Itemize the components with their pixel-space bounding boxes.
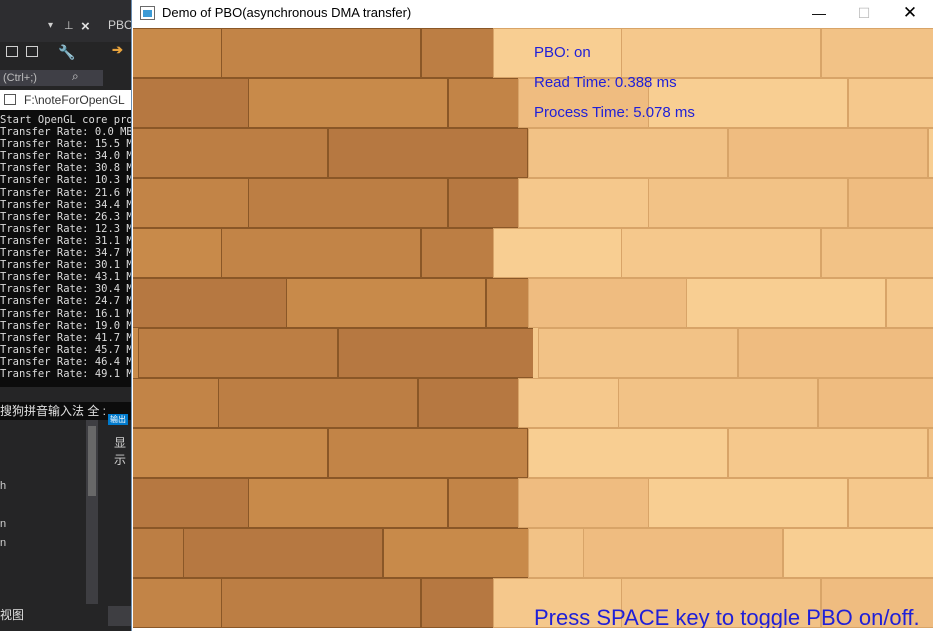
wood-plank <box>286 278 486 328</box>
close-icon[interactable]: × <box>81 18 90 35</box>
console-line: Transfer Rate: 41.7 MB/ <box>0 331 132 344</box>
search-icon[interactable]: ⌕ <box>72 69 79 84</box>
wood-plank <box>583 528 783 578</box>
wood-plank <box>218 378 418 428</box>
view-tab[interactable]: 视图 <box>0 606 24 623</box>
console-line: Transfer Rate: 49.1 MB/ <box>0 367 132 380</box>
wrench-icon[interactable]: 🔧 <box>58 44 75 61</box>
side-text: n <box>0 537 7 549</box>
read-time: Read Time: 0.388 ms <box>534 74 677 91</box>
console-titlebar: F:\noteForOpenGL <box>0 90 132 110</box>
wood-plank <box>728 428 928 478</box>
wood-plank <box>538 328 738 378</box>
wood-plank <box>848 78 933 128</box>
wood-plank <box>928 128 933 178</box>
pbo-demo-window: Demo of PBO(asynchronous DMA transfer) —… <box>131 0 934 631</box>
wood-plank <box>221 28 421 78</box>
console-line: Transfer Rate: 31.1 MB/ <box>0 234 132 247</box>
process-time: Process Time: 5.078 ms <box>534 104 695 121</box>
console-line: Transfer Rate: 46.4 MB/ <box>0 355 132 368</box>
wood-plank <box>138 328 338 378</box>
background-ide: ▾ ⊥ × 🔧 (Ctrl+;) ⌕ PBO ➔ F:\noteForOpenG… <box>0 0 132 631</box>
scrollbar-thumb[interactable] <box>88 426 96 496</box>
console-line: Transfer Rate: 24.7 MB/ <box>0 295 132 308</box>
arrow-right-icon[interactable]: ➔ <box>112 42 126 58</box>
app-icon <box>140 6 155 20</box>
dropdown-arrow-icon[interactable]: ▾ <box>48 20 53 31</box>
console-output: Start OpenGL core profi Transfer Rate: 0.… <box>0 114 132 380</box>
wood-plank <box>338 328 538 378</box>
console-line: Transfer Rate: 34.0 MB/ <box>0 150 132 163</box>
console-line: Transfer Rate: 30.4 MB/ <box>0 283 132 296</box>
wood-plank <box>221 578 421 628</box>
wood-plank <box>328 428 528 478</box>
console-line: Transfer Rate: 21.6 MB/ <box>0 186 132 199</box>
console-line: Transfer Rate: 26.3 MB/ <box>0 210 132 223</box>
wood-plank <box>821 228 933 278</box>
console-title: F:\noteForOpenGL <box>24 93 125 107</box>
pbo-status: PBO: on <box>534 44 591 61</box>
wood-plank <box>248 78 448 128</box>
wood-plank <box>133 128 328 178</box>
wood-texture-processed <box>133 28 738 628</box>
console-line: Transfer Rate: 10.3 MB/ <box>0 174 132 187</box>
console-line: Transfer Rate: 30.8 MB/ <box>0 162 132 175</box>
wood-plank <box>648 178 848 228</box>
wood-plank <box>528 428 728 478</box>
ide-lower-panel <box>0 420 132 631</box>
wood-plank <box>528 128 728 178</box>
pin-icon[interactable]: ⊥ <box>64 19 74 32</box>
window-titlebar[interactable]: Demo of PBO(asynchronous DMA transfer) —… <box>132 0 934 28</box>
console-line: Transfer Rate: 0.0 MB/s <box>0 126 132 139</box>
console-window: F:\noteForOpenGL Start OpenGL core profi… <box>0 90 132 387</box>
side-text: n <box>0 518 7 530</box>
console-line: Transfer Rate: 45.7 MB/ <box>0 343 132 356</box>
wood-plank <box>728 128 928 178</box>
copy-icon[interactable] <box>26 46 38 57</box>
console-line: Transfer Rate: 19.0 MB/ <box>0 319 132 332</box>
console-line: Transfer Rate: 43.1 MB/ <box>0 271 132 284</box>
wood-plank <box>783 528 933 578</box>
window-title: Demo of PBO(asynchronous DMA transfer) <box>162 5 412 20</box>
horizontal-scrollbar[interactable] <box>108 606 132 626</box>
wood-plank <box>621 28 821 78</box>
wood-plank <box>686 278 886 328</box>
output-panel-label: 显示 <box>114 436 127 467</box>
maximize-button[interactable]: ☐ <box>841 0 887 28</box>
wood-plank <box>738 328 933 378</box>
console-icon <box>4 94 16 105</box>
console-line: Transfer Rate: 30.1 MB/ <box>0 259 132 272</box>
toggle-hint: Press SPACE key to toggle PBO on/off. <box>534 605 920 628</box>
wood-plank <box>248 178 448 228</box>
wood-plank <box>618 378 818 428</box>
minimize-button[interactable]: — <box>796 0 842 28</box>
wood-plank <box>928 428 933 478</box>
wood-plank <box>133 428 328 478</box>
wood-plank <box>818 378 933 428</box>
wood-plank <box>248 478 448 528</box>
wood-plank <box>648 478 848 528</box>
wood-plank <box>848 478 933 528</box>
close-button[interactable]: ✕ <box>887 0 933 28</box>
wood-plank <box>821 28 933 78</box>
console-line: Transfer Rate: 15.5 MB/ <box>0 138 132 151</box>
wood-plank <box>221 228 421 278</box>
ide-search-input[interactable]: (Ctrl+;) <box>0 70 103 86</box>
window-icon[interactable] <box>6 46 18 57</box>
wood-plank <box>183 528 383 578</box>
output-panel-tab[interactable]: 输出 <box>108 414 128 425</box>
console-line: Start OpenGL core profi <box>0 114 132 126</box>
console-line: Transfer Rate: 12.3 MB/ <box>0 222 132 235</box>
console-line: Transfer Rate: 16.1 MB/ <box>0 307 132 320</box>
opengl-canvas[interactable]: PBO: on Read Time: 0.388 ms Process Time… <box>133 28 933 628</box>
side-text: h <box>0 480 7 492</box>
wood-plank <box>848 178 933 228</box>
ide-tab-pbo[interactable]: PBO <box>108 18 132 32</box>
wood-plank <box>328 128 528 178</box>
wood-plank <box>886 278 933 328</box>
wood-plank <box>621 228 821 278</box>
console-line: Transfer Rate: 34.7 MB/ <box>0 247 132 260</box>
console-line: Transfer Rate: 34.4 MB/ <box>0 198 132 211</box>
